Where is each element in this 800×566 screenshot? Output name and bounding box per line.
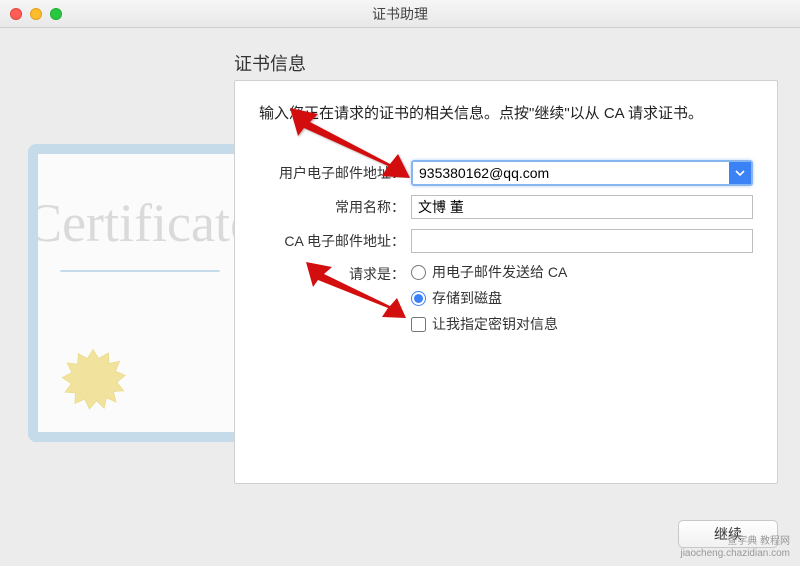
row-ca-email: CA 电子邮件地址：	[259, 228, 753, 254]
radio-row-email-ca: 用电子邮件发送给 CA	[411, 262, 753, 282]
radio-email-ca[interactable]	[411, 265, 426, 280]
instructions-text: 输入您正在请求的证书的相关信息。点按"继续"以从 CA 请求证书。	[259, 103, 753, 124]
chevron-down-icon	[735, 168, 745, 178]
check-row-keypair: 让我指定密钥对信息	[411, 314, 753, 334]
window-controls	[10, 8, 62, 20]
certificate-divider	[60, 270, 220, 272]
watermark-line2: jiaocheng.chazidian.com	[680, 548, 790, 560]
row-common-name: 常用名称：	[259, 194, 753, 220]
form-panel: 输入您正在请求的证书的相关信息。点按"继续"以从 CA 请求证书。 用户电子邮件…	[234, 80, 778, 484]
radio-email-ca-label[interactable]: 用电子邮件发送给 CA	[432, 262, 567, 282]
ca-email-input[interactable]	[411, 229, 753, 253]
certificate-seal-icon	[58, 346, 128, 416]
watermark: 查字典 教程网 jiaocheng.chazidian.com	[680, 536, 790, 560]
user-email-combo[interactable]	[411, 160, 753, 186]
label-common-name: 常用名称：	[259, 197, 411, 217]
label-request: 请求是：	[259, 262, 411, 284]
user-email-dropdown-arrow[interactable]	[729, 162, 751, 184]
common-name-input[interactable]	[411, 195, 753, 219]
checkbox-keypair-label[interactable]: 让我指定密钥对信息	[432, 314, 558, 334]
page-heading: 证书信息	[234, 50, 306, 76]
minimize-button[interactable]	[30, 8, 42, 20]
close-button[interactable]	[10, 8, 22, 20]
titlebar: 证书助理	[0, 0, 800, 28]
radio-save-disk[interactable]	[411, 291, 426, 306]
certificate-decor: Certificate	[28, 144, 252, 442]
label-user-email: 用户电子邮件地址：	[259, 163, 411, 183]
user-email-input[interactable]	[413, 162, 729, 184]
maximize-button[interactable]	[50, 8, 62, 20]
watermark-line1: 查字典 教程网	[680, 536, 790, 548]
window-title: 证书助理	[372, 4, 428, 24]
label-ca-email: CA 电子邮件地址：	[259, 231, 411, 251]
row-user-email: 用户电子邮件地址：	[259, 160, 753, 186]
certificate-script-text: Certificate	[28, 192, 252, 254]
radio-save-disk-label[interactable]: 存储到磁盘	[432, 288, 502, 308]
row-request: 请求是： 用电子邮件发送给 CA 存储到磁盘 让我指定密钥对信息	[259, 262, 753, 340]
checkbox-keypair[interactable]	[411, 317, 426, 332]
radio-row-save-disk: 存储到磁盘	[411, 288, 753, 308]
